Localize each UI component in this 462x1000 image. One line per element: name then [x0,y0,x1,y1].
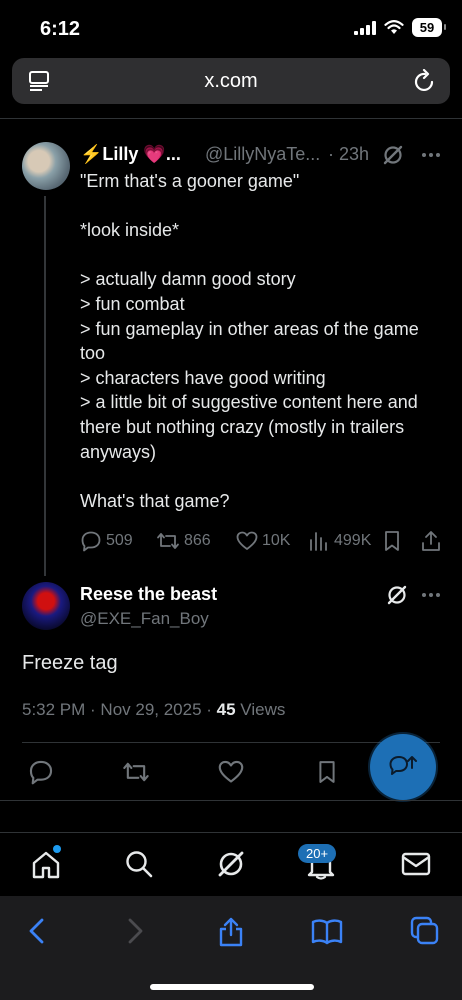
home-unread-dot [53,845,61,853]
reply-button[interactable]: 509 [80,530,133,552]
author-handle[interactable]: @LillyNyaTe... [205,144,320,165]
reply-timestamp[interactable]: 5:32 PM · Nov 29, 2025 · [22,700,217,719]
more-icon[interactable] [420,584,442,606]
views-icon [310,532,327,551]
post-line: *look inside* [80,220,180,241]
post-actions: 509 866 10K 499K [80,530,450,554]
reply-icon [81,531,101,552]
reply-icon[interactable] [28,759,54,785]
compose-reply-button[interactable] [370,734,436,800]
reload-icon[interactable] [414,69,436,93]
views-count: 499K [334,532,372,549]
reply-views-label: Views [235,700,286,719]
reply-views-count: 45 [216,700,236,719]
search-icon[interactable] [124,849,154,879]
app-tab-bar [0,832,462,896]
avatar[interactable] [22,142,70,190]
post-line: there but nothing crazy (mostly in trail… [80,416,405,437]
status-icons: 59 [354,18,446,37]
post-line: too [80,343,106,364]
post-header: ⚡Lilly 💗... @LillyNyaTe... · 23h [80,144,450,168]
url-text[interactable]: x.com [12,70,450,93]
grok-tab-icon[interactable] [216,849,246,879]
back-icon[interactable] [24,916,50,946]
header-divider [0,118,462,119]
tabs-icon[interactable] [410,916,440,946]
repost-icon[interactable] [122,759,150,785]
reply-avatar[interactable] [22,582,70,630]
share-icon[interactable] [216,916,246,948]
reply-count: 509 [106,532,133,549]
author-name[interactable]: ⚡Lilly 💗... [80,144,181,165]
reply-text: Freeze tag [22,652,118,674]
grok-icon[interactable] [386,584,408,606]
messages-icon[interactable] [400,849,432,879]
post-line: > a little bit of suggestive content her… [80,392,418,413]
reply-author-name[interactable]: Reese the beast [80,584,217,605]
battery-indicator: 59 [412,18,446,37]
like-count: 10K [262,532,291,549]
bookmark-icon[interactable] [382,530,402,552]
home-icon[interactable] [30,849,62,881]
actions-divider [0,800,462,801]
heart-icon[interactable] [218,759,244,785]
post-line: > characters have good writing [80,367,326,388]
status-bar: 6:12 59 [0,0,462,58]
notifications-badge: 20+ [298,844,337,863]
post-text: "Erm that's a gooner game" *look inside*… [80,169,450,513]
heart-icon [236,531,258,550]
address-bar[interactable]: x.com [12,58,450,104]
signal-icon [354,20,376,35]
repost-button[interactable]: 866 [156,530,211,552]
post-line: What's that game? [80,490,230,511]
post-line: anyways) [80,441,157,462]
post-line [80,194,450,219]
reply-meta: 5:32 PM · Nov 29, 2025 · 45 Views [22,700,285,720]
bookmarks-icon[interactable] [310,916,344,946]
bookmark-icon[interactable] [316,759,338,785]
repost-icon [157,533,179,549]
reply-share-icon [389,756,417,775]
post-line: > fun combat [80,293,185,314]
share-icon[interactable] [420,530,442,552]
more-icon[interactable] [420,144,442,166]
repost-count: 866 [184,532,211,549]
like-button[interactable]: 10K [236,530,290,552]
wifi-icon [384,20,404,34]
reply-author-handle[interactable]: @EXE_Fan_Boy [80,609,209,629]
home-indicator [150,984,314,990]
post-line: "Erm that's a gooner game" [80,171,300,191]
post-line: > actually damn good story [80,269,296,290]
post-time[interactable]: · 23h [328,144,369,165]
views-button[interactable]: 499K [308,530,371,552]
forward-icon[interactable] [122,916,148,946]
thread-line [44,196,46,576]
post-line: > fun gameplay in other areas of the gam… [80,318,419,339]
post-line [80,243,450,268]
status-time: 6:12 [40,18,81,40]
grok-icon[interactable] [382,144,404,166]
post-line [80,464,450,489]
